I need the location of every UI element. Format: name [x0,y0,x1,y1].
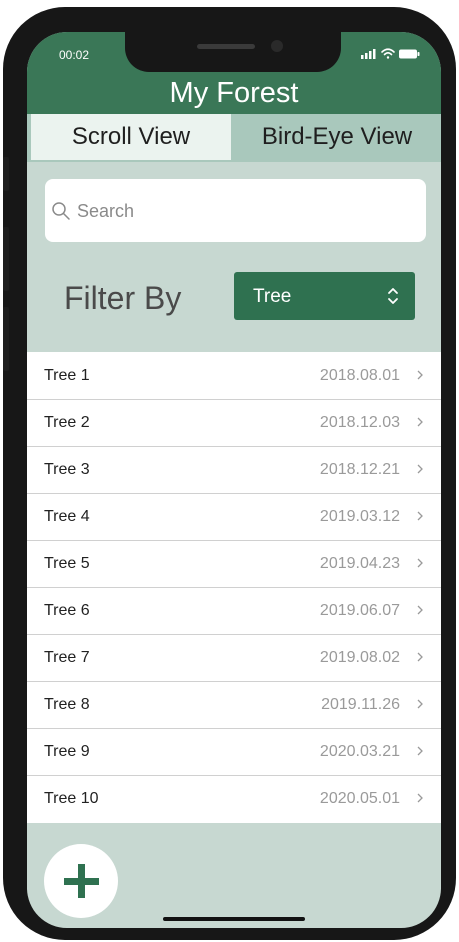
home-indicator [163,917,305,921]
app-screen: 00:02 My Forest Scroll View Bird-Eye Vie… [27,32,441,928]
wifi-icon [381,48,395,59]
chevron-right-icon [417,511,423,521]
tree-name: Tree 7 [44,649,90,666]
list-item[interactable]: Tree 4 2019.03.12 [27,493,441,541]
list-item[interactable]: Tree 5 2019.04.23 [27,540,441,588]
tree-date: 2018.08.01 [319,367,400,384]
mute-switch [3,157,9,191]
tab-scroll-view[interactable]: Scroll View [31,114,231,160]
tree-date: 2019.04.23 [319,555,400,572]
front-camera [271,40,283,52]
tree-name: Tree 5 [44,555,90,572]
tree-name: Tree 3 [44,461,90,478]
tree-name: Tree 6 [44,602,90,619]
chevron-right-icon [417,605,423,615]
chevron-right-icon [417,793,423,803]
chevron-right-icon [417,699,423,709]
tree-date: 2019.08.02 [319,649,400,666]
speaker-grille [197,44,255,49]
page-title: My Forest [169,77,299,109]
tree-date: 2020.05.01 [319,790,400,807]
tree-name: Tree 2 [44,414,90,431]
list-item[interactable]: Tree 9 2020.03.21 [27,728,441,776]
tree-date: 2018.12.21 [319,461,400,478]
filter-dropdown[interactable]: Tree [234,272,415,320]
tree-name: Tree 10 [44,790,99,807]
tree-date: 2019.03.12 [319,508,400,525]
battery-icon [399,49,420,59]
status-time: 00:02 [59,48,90,62]
tree-name: Tree 9 [44,743,90,760]
chevron-updown-icon [388,288,398,304]
volume-up-button [3,227,9,291]
tab-bird-eye-view[interactable]: Bird-Eye View [233,114,441,160]
chevron-right-icon [417,370,423,380]
notch [125,32,341,72]
tree-date: 2019.06.07 [319,602,400,619]
tree-name: Tree 1 [44,367,90,384]
chevron-right-icon [417,558,423,568]
status-icons [361,48,420,59]
add-tree-button[interactable] [44,844,118,918]
tree-date: 2020.03.21 [319,743,400,760]
chevron-right-icon [417,417,423,427]
filter-selected-value: Tree [253,286,292,307]
filter-label: Filter By [64,280,182,316]
app-header: 00:02 My Forest [27,32,441,114]
list-item[interactable]: Tree 6 2019.06.07 [27,587,441,635]
search-placeholder: Search [77,201,135,221]
plus-icon [64,864,99,898]
list-item[interactable]: Tree 2 2018.12.03 [27,399,441,447]
search-input[interactable]: Search [45,179,426,242]
tree-date: 2018.12.03 [319,414,400,431]
tree-list: Tree 1 2018.08.01 Tree 2 2018.12.03 Tree… [27,352,441,823]
list-item[interactable]: Tree 1 2018.08.01 [27,352,441,400]
list-item[interactable]: Tree 8 2019.11.26 [27,681,441,729]
list-item[interactable]: Tree 3 2018.12.21 [27,446,441,494]
tree-date: 2019.11.26 [321,696,400,713]
tree-name: Tree 4 [44,508,90,525]
list-item[interactable]: Tree 7 2019.08.02 [27,634,441,682]
tree-name: Tree 8 [44,696,90,713]
view-tabs: Scroll View Bird-Eye View [27,114,441,162]
phone-frame: 00:02 My Forest Scroll View Bird-Eye Vie… [3,7,456,940]
chevron-right-icon [417,746,423,756]
chevron-right-icon [417,652,423,662]
chevron-right-icon [417,464,423,474]
list-item[interactable]: Tree 10 2020.05.01 [27,775,441,822]
search-icon [52,202,70,220]
volume-down-button [3,307,9,371]
signal-icon [361,49,376,59]
